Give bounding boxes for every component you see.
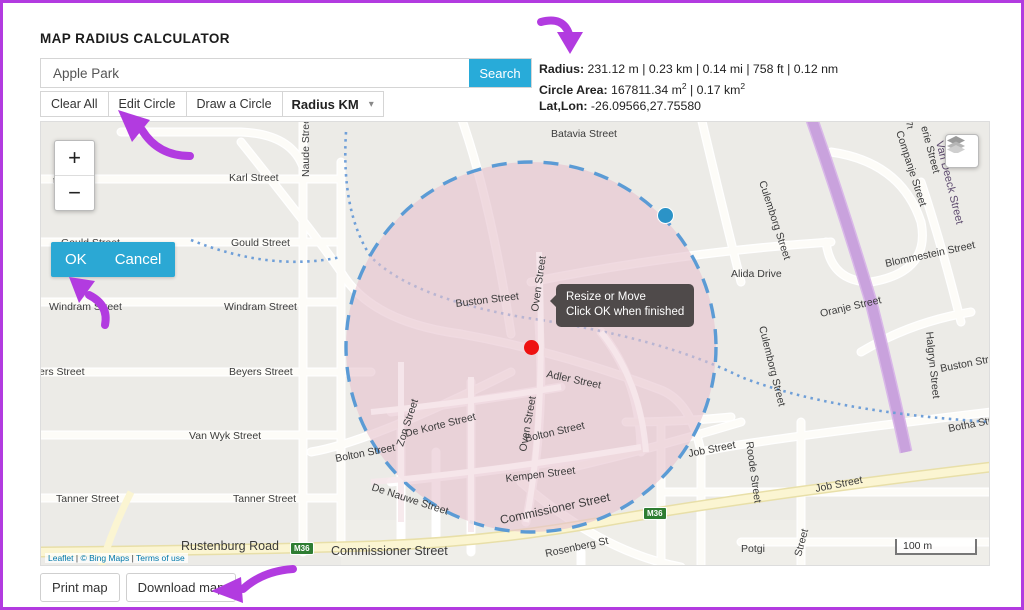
map-canvas[interactable]: Batavia Street Karl Street Naude Street … <box>40 121 990 566</box>
download-map-button[interactable]: Download map <box>125 573 237 602</box>
layers-icon <box>947 136 965 153</box>
clear-all-button[interactable]: Clear All <box>40 91 108 117</box>
map-action-buttons: Clear All Edit Circle Draw a Circle Radi… <box>40 91 384 117</box>
street-label: Tanner Street <box>233 493 296 505</box>
radius-label: Radius: <box>539 62 585 76</box>
latlon-label: Lat,Lon: <box>539 99 588 114</box>
street-label: Naude Street <box>300 122 312 177</box>
provider-link[interactable]: © Bing Maps <box>80 553 129 563</box>
radius-readout: Radius: 231.12 m | 0.23 km | 0.14 mi | 7… <box>539 61 838 78</box>
annotation-arrow-stats <box>537 16 583 54</box>
circle-resize-handle[interactable] <box>657 207 674 224</box>
cancel-button[interactable]: Cancel <box>101 242 176 277</box>
street-label: Rustenburg Road <box>181 539 279 553</box>
route-shield-m36: M36 <box>290 542 314 555</box>
area-label: Circle Area: <box>539 82 608 97</box>
street-label: Tanner Street <box>56 493 119 505</box>
street-label: Commissioner Street <box>331 544 448 558</box>
scale-bar: 100 m <box>895 539 977 555</box>
map-street-labels: Batavia Street Karl Street Naude Street … <box>41 122 990 560</box>
street-label: Botha Street <box>947 412 990 435</box>
street-label: Zon Street <box>394 398 421 448</box>
street-label: Potgi <box>741 543 765 555</box>
ok-button[interactable]: OK <box>51 242 101 277</box>
tooltip-line-2: Click OK when finished <box>566 306 685 318</box>
radius-value: 231.12 m | 0.23 km | 0.14 mi | 758 ft | … <box>587 62 839 76</box>
street-label: Adler Street <box>545 368 602 391</box>
street-label: Rosenberg St <box>544 535 609 560</box>
zoom-controls: + − <box>54 140 95 211</box>
street-label: Blommestein Street <box>884 239 976 270</box>
street-label: ers Street <box>41 366 85 378</box>
edit-circle-actions: OK Cancel <box>51 242 176 277</box>
street-label: Batavia Street <box>551 128 617 140</box>
street-label: Alida Drive <box>731 268 782 280</box>
zoom-out-button[interactable]: − <box>55 176 94 210</box>
street-label: Windram Street <box>49 301 122 313</box>
search-button[interactable]: Search <box>469 59 531 87</box>
area-value-km2: 0.17 km <box>696 82 741 97</box>
map-attribution: Leaflet | © Bing Maps | Terms of use <box>45 553 188 563</box>
area-exponent-2: 2 <box>740 80 746 91</box>
street-label: Gould Street <box>231 237 290 249</box>
edit-circle-button[interactable]: Edit Circle <box>107 91 186 117</box>
street-label: Oranje Street <box>819 294 883 320</box>
area-separator: | <box>686 82 697 97</box>
latlon-readout: Lat,Lon: -26.09566,27.75580 <box>539 98 838 115</box>
street-label: Roode Street <box>743 441 764 504</box>
street-label: Oven Street <box>529 255 549 312</box>
street-label: Bolton Street <box>334 442 396 465</box>
route-shield-m36: M36 <box>643 507 667 520</box>
tooltip-line-1: Resize or Move <box>566 291 646 303</box>
radius-unit-select[interactable]: Radius KM ▾ <box>281 91 384 117</box>
street-label: Buston Street <box>455 290 520 310</box>
latlon-value: -26.09566,27.75580 <box>590 99 702 114</box>
street-label: Van Wyk Street <box>189 430 261 442</box>
street-label: Commissioner Street <box>499 490 612 527</box>
page-title: MAP RADIUS CALCULATOR <box>40 31 230 46</box>
zoom-in-button[interactable]: + <box>55 141 94 176</box>
street-label: Windram Street <box>224 301 297 313</box>
search-bar: Search <box>40 58 532 88</box>
map-export-buttons: Print map Download map <box>40 573 237 602</box>
area-value-m2: 167811.34 m <box>611 82 682 97</box>
street-label: Job Street <box>687 439 736 460</box>
street-label: 7t <box>904 122 915 130</box>
print-map-button[interactable]: Print map <box>40 573 120 602</box>
measurement-readout: Radius: 231.12 m | 0.23 km | 0.14 mi | 7… <box>539 61 838 115</box>
radius-unit-value: Radius KM <box>291 96 359 112</box>
page-frame: MAP RADIUS CALCULATOR Search Clear All E… <box>0 0 1024 610</box>
search-input[interactable] <box>41 59 469 87</box>
toolbar: Search Clear All Edit Circle Draw a Circ… <box>40 58 990 123</box>
street-label: Karl Street <box>229 172 279 184</box>
street-label: Job Street <box>814 474 863 495</box>
terms-link[interactable]: Terms of use <box>136 553 185 563</box>
street-label: Buston Street <box>939 351 990 375</box>
area-readout: Circle Area: 167811.34 m2 | 0.17 km2 <box>539 78 838 99</box>
draw-circle-button[interactable]: Draw a Circle <box>185 91 282 117</box>
street-label: Street <box>792 528 811 558</box>
street-label: Beyers Street <box>229 366 293 378</box>
layers-control-button[interactable] <box>945 134 979 168</box>
street-label: Kempen Street <box>505 465 576 485</box>
street-label: Culemborg Street <box>756 179 793 261</box>
leaflet-link[interactable]: Leaflet <box>48 553 74 563</box>
street-label: De Nauwe Street <box>370 481 450 517</box>
edit-circle-tooltip: Resize or Move Click OK when finished <box>549 284 695 327</box>
circle-center-marker[interactable] <box>524 340 539 355</box>
street-label: Culemborg Street <box>756 325 788 408</box>
chevron-down-icon: ▾ <box>368 98 374 110</box>
